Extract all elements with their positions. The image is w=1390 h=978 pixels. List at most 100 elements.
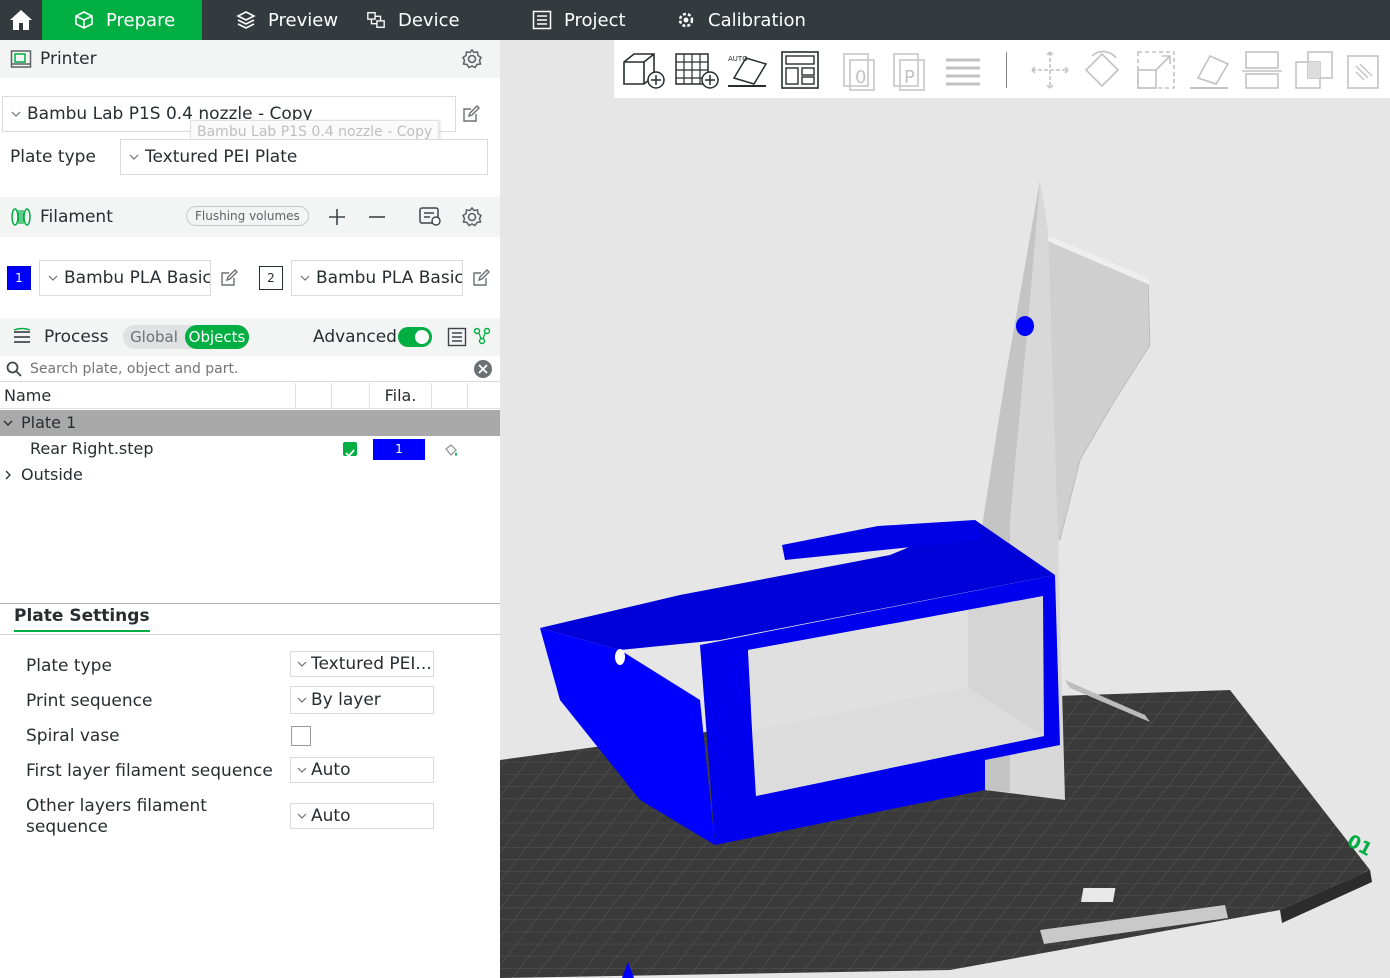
rotate-icon[interactable] — [1080, 48, 1124, 92]
tab-device[interactable]: Device — [360, 0, 518, 40]
home-button[interactable] — [0, 0, 42, 40]
ps-first-layer-seq-label: First layer filament sequence — [26, 761, 273, 781]
clear-search-icon[interactable] — [473, 359, 493, 379]
process-scope-switch[interactable]: Global Objects — [123, 325, 249, 349]
process-layers-icon — [12, 327, 32, 347]
support-painting-icon[interactable] — [1344, 48, 1388, 92]
object-search-bar — [0, 356, 500, 382]
object-row-label: Rear Right.step — [30, 439, 154, 458]
object-filament-selector[interactable]: 1 — [373, 439, 425, 460]
remove-filament-icon[interactable] — [367, 207, 387, 227]
ps-plate-type-label: Plate type — [26, 656, 112, 676]
model-body-hole — [615, 649, 625, 665]
outside-row[interactable]: Outside — [0, 462, 500, 488]
3d-scene[interactable]: 01 — [500, 40, 1390, 978]
tab-calibration[interactable]: Calibration — [662, 0, 820, 40]
chevron-down-icon — [297, 697, 307, 703]
ps-print-sequence-label: Print sequence — [26, 691, 153, 711]
object-printable-checkbox[interactable] — [343, 442, 357, 458]
printer-icon — [10, 49, 32, 69]
column-blank-3 — [432, 383, 468, 409]
add-filament-icon[interactable] — [327, 207, 347, 227]
filament-1-color-swatch[interactable]: 1 — [7, 266, 31, 290]
filament-2-dropdown[interactable]: Bambu PLA Basic — [291, 260, 463, 296]
tab-prepare-label: Prepare — [106, 9, 176, 31]
search-icon — [6, 361, 22, 377]
plate-type-value: Textured PEI Plate — [145, 147, 298, 167]
viewport-toolbar: AUTO 0 P — [614, 40, 1390, 98]
ps-other-layers-seq-value: Auto — [311, 806, 351, 826]
chevron-down-icon — [300, 275, 310, 281]
printer-settings-gear-icon[interactable] — [461, 48, 483, 70]
ps-other-layers-seq-label-2: sequence — [26, 817, 108, 837]
filament-section-title: Filament — [40, 207, 113, 227]
process-compare-icon[interactable] — [473, 327, 491, 345]
ps-spiral-vase-checkbox[interactable] — [291, 726, 311, 746]
tab-prepare[interactable]: Prepare — [42, 0, 202, 40]
move-icon[interactable] — [1028, 48, 1072, 92]
ps-other-layers-seq-label: Other layers filament — [26, 796, 207, 816]
process-objects-option[interactable]: Objects — [185, 325, 249, 349]
layers-editing-icon[interactable] — [942, 48, 986, 92]
plate-settings-divider — [0, 634, 500, 635]
toolbar-divider — [1006, 52, 1007, 88]
cut-icon[interactable] — [1240, 48, 1284, 92]
edit-printer-icon[interactable] — [461, 104, 481, 124]
cube-outline-icon — [74, 10, 94, 30]
device-icon — [366, 10, 386, 30]
add-plate-icon[interactable] — [672, 48, 719, 92]
column-blank-1 — [296, 383, 332, 409]
edit-filament-1-icon[interactable] — [219, 268, 239, 288]
printer-section-title: Printer — [40, 49, 97, 69]
advanced-toggle[interactable] — [398, 327, 432, 347]
tab-preview[interactable]: Preview — [202, 0, 360, 40]
split-objects-icon[interactable]: 0 — [840, 48, 884, 92]
ps-first-layer-seq-dropdown[interactable]: Auto — [290, 757, 434, 783]
ps-other-layers-seq-dropdown[interactable]: Auto — [290, 803, 434, 829]
plate-type-dropdown[interactable]: Textured PEI Plate — [120, 139, 488, 175]
search-input[interactable] — [30, 360, 450, 377]
model-cone-hole — [1016, 316, 1034, 336]
outside-row-label: Outside — [21, 465, 83, 484]
object-row[interactable]: Rear Right.step 1 — [0, 436, 500, 462]
svg-text:P: P — [904, 67, 915, 88]
plate-type-label: Plate type — [10, 147, 96, 167]
column-fila-header[interactable]: Fila. — [370, 383, 432, 409]
home-icon — [10, 10, 32, 30]
add-object-icon[interactable] — [618, 48, 665, 92]
column-name-header[interactable]: Name — [0, 383, 296, 409]
tab-device-label: Device — [398, 9, 460, 31]
process-global-option[interactable]: Global — [123, 328, 185, 346]
svg-text:0: 0 — [855, 67, 866, 88]
plate-row-label: Plate 1 — [21, 413, 77, 432]
filament-spool-icon — [10, 207, 32, 227]
edit-filament-2-icon[interactable] — [471, 268, 491, 288]
auto-orient-icon[interactable]: AUTO — [726, 48, 770, 92]
process-list-icon[interactable] — [447, 327, 467, 347]
3d-viewport[interactable]: 01 — [500, 40, 1390, 978]
split-parts-icon[interactable]: P — [890, 48, 934, 92]
filament-2-color-swatch[interactable]: 2 — [259, 266, 283, 290]
tab-preview-label: Preview — [268, 9, 339, 31]
plate-settings-tab[interactable]: Plate Settings — [14, 606, 150, 632]
sync-ams-icon[interactable] — [418, 205, 442, 227]
layers-icon — [236, 10, 256, 30]
chevron-down-icon — [297, 813, 307, 819]
chevron-down-icon — [129, 154, 139, 160]
ps-plate-type-dropdown[interactable]: Textured PEI... — [290, 651, 434, 677]
plate-row[interactable]: Plate 1 — [0, 410, 500, 436]
printer-section-header: Printer — [0, 40, 500, 78]
ps-print-sequence-dropdown[interactable]: By layer — [290, 686, 434, 714]
boolean-icon[interactable] — [1292, 48, 1336, 92]
arrange-icon[interactable] — [778, 48, 822, 92]
filament-1-dropdown[interactable]: Bambu PLA Basic — [39, 260, 211, 296]
chevron-down-icon — [297, 661, 307, 667]
tab-project-label: Project — [564, 9, 626, 31]
expand-chevron-icon[interactable] — [3, 462, 13, 496]
filament-settings-gear-icon[interactable] — [461, 206, 483, 228]
scale-icon[interactable] — [1134, 48, 1178, 92]
chevron-down-icon — [48, 275, 58, 281]
tab-project[interactable]: Project — [518, 0, 662, 40]
lay-on-face-icon[interactable] — [1188, 48, 1232, 92]
flushing-volumes-button[interactable]: Flushing volumes — [186, 206, 309, 226]
